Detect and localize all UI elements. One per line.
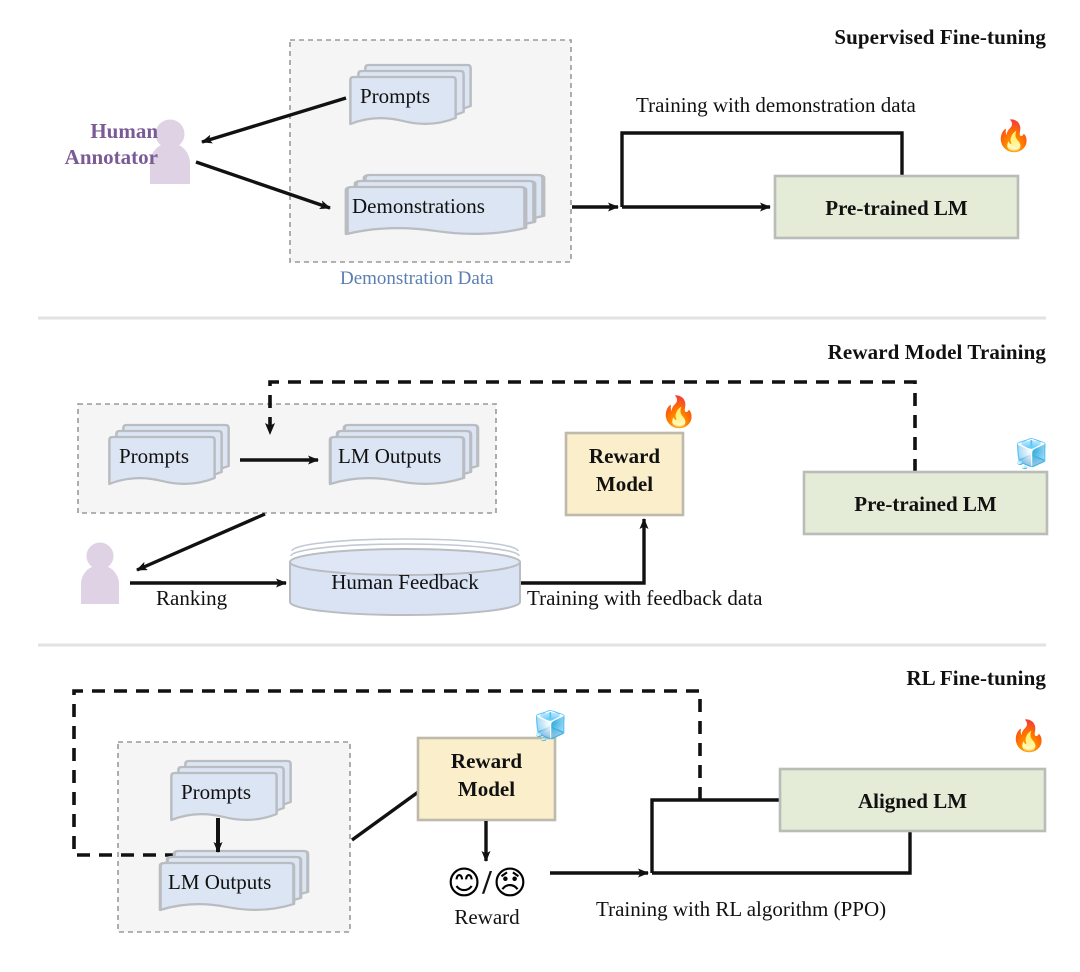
figure-canvas: Supervised Fine-tuning Human Annotator P… xyxy=(0,0,1080,972)
document-label-prompts-p2: Prompts xyxy=(119,444,190,468)
disappointed-face-emoji: 😞 xyxy=(492,863,528,902)
human-feedback-label: Human Feedback xyxy=(331,570,479,594)
arrow-feedback-to-reward-p2 xyxy=(521,518,649,585)
ice-emoji-p3: 🧊 xyxy=(533,709,568,742)
edge-note-training-with-feedback-data: Training with feedback data xyxy=(527,586,763,610)
reward-signal-row: 😊 / 😞 xyxy=(428,863,546,902)
diagram-vector-layer xyxy=(38,39,1049,933)
panel-title-supervised-fine-tuning: Supervised Fine-tuning xyxy=(834,25,1046,49)
fire-emoji-p2: 🔥 xyxy=(660,395,698,430)
reward-model-label-p2-line2: Model xyxy=(595,471,654,496)
reward-model-label-p3: Reward Model xyxy=(418,748,555,804)
person-icon-p2 xyxy=(81,542,119,604)
training-path-p3 xyxy=(650,798,780,873)
reward-model-label-p3-line1: Reward xyxy=(450,749,523,773)
panel-title-reward-model-training: Reward Model Training xyxy=(827,340,1046,364)
fire-emoji-p1: 🔥 xyxy=(995,119,1033,154)
group-caption-demonstration-data: Demonstration Data xyxy=(340,268,494,289)
aligned-lm-label-p3: Aligned LM xyxy=(857,789,968,813)
reward-model-label-p3-line2: Model xyxy=(457,776,516,801)
edge-label-ranking: Ranking xyxy=(156,586,228,610)
arrow-group-to-annotator-p2 xyxy=(136,512,266,572)
panel-title-rl-fine-tuning: RL Fine-tuning xyxy=(906,666,1046,690)
reward-separator: / xyxy=(482,863,492,901)
pretrained-lm-label-p1: Pre-trained LM xyxy=(825,196,968,220)
document-label-prompts-p3: Prompts xyxy=(181,780,252,804)
fire-emoji-p3: 🔥 xyxy=(1010,719,1048,754)
document-label-prompts-p1: Prompts xyxy=(360,84,431,108)
smiling-face-emoji: 😊 xyxy=(446,863,482,902)
human-annotator-label: Human Annotator xyxy=(65,118,158,171)
reward-label-p3: Reward xyxy=(454,905,520,929)
document-label-lm-outputs-p3: LM Outputs xyxy=(168,870,272,894)
human-annotator-label-line2: Annotator xyxy=(64,145,158,170)
edge-note-training-with-rl-algorithm: Training with RL algorithm (PPO) xyxy=(596,897,887,921)
human-annotator-label-line1: Human xyxy=(90,119,158,143)
document-label-demonstrations-p1: Demonstrations xyxy=(352,194,485,218)
pretrained-lm-label-p2: Pre-trained LM xyxy=(854,492,997,516)
reward-model-label-p2: Reward Model xyxy=(566,443,683,499)
ice-emoji-p2: 🧊 xyxy=(1014,437,1049,470)
edge-note-training-with-demonstration-data: Training with demonstration data xyxy=(636,93,916,117)
reward-model-label-p2-line1: Reward xyxy=(588,444,661,468)
document-label-lm-outputs-p2: LM Outputs xyxy=(338,444,442,468)
